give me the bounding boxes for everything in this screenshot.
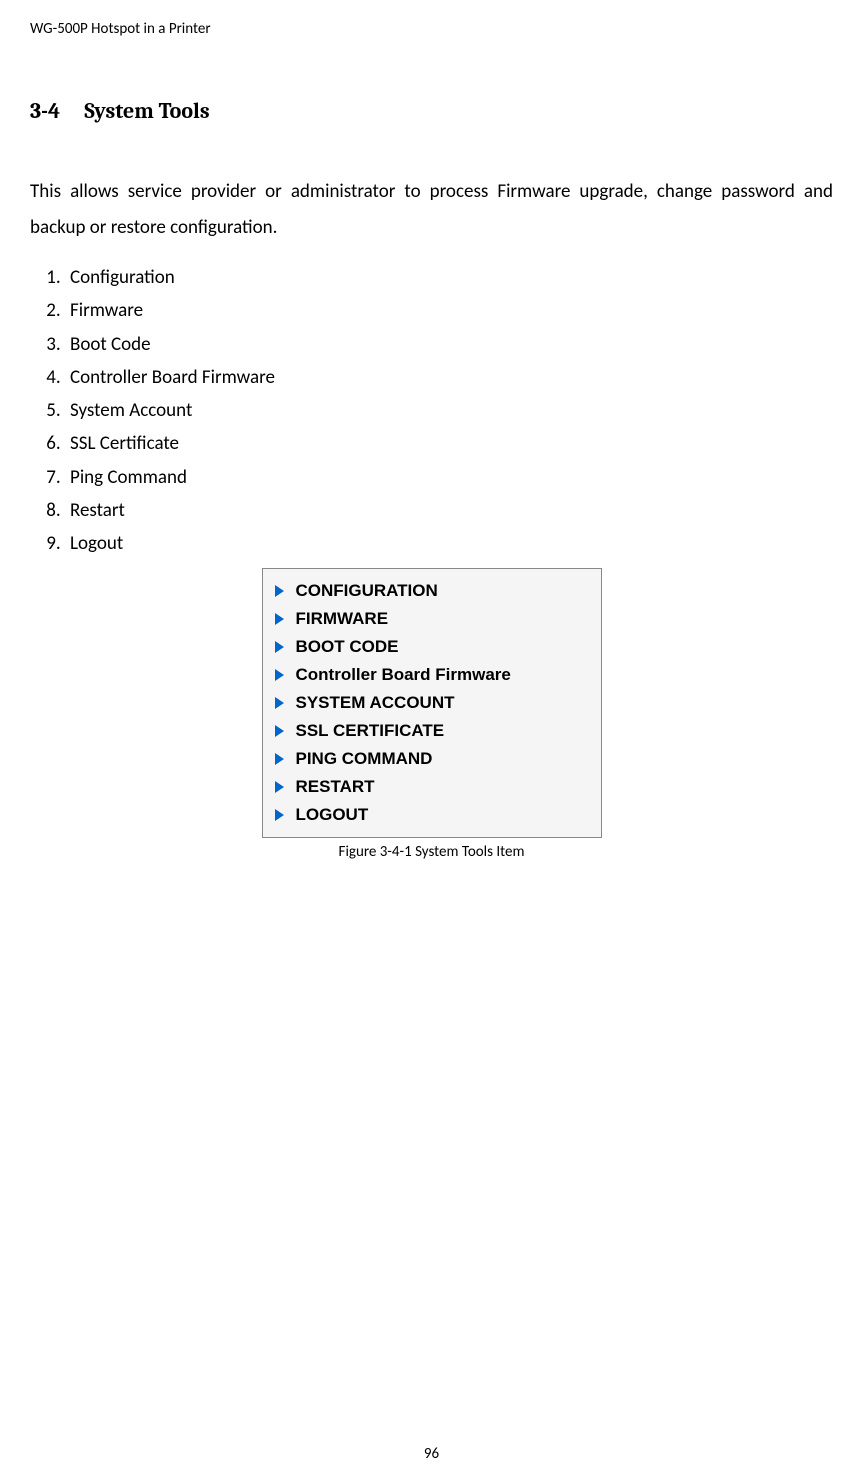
list-item: Restart: [65, 494, 833, 527]
section-description: This allows service provider or administ…: [30, 174, 833, 246]
list-item: Controller Board Firmware: [65, 361, 833, 394]
menu-item-ping-command[interactable]: PING COMMAND: [271, 745, 589, 773]
figure-container: CONFIGURATION FIRMWARE BOOT CODE Control…: [30, 568, 833, 861]
list-item: Configuration: [65, 261, 833, 294]
menu-item-firmware[interactable]: FIRMWARE: [271, 605, 589, 633]
menu-label: RESTART: [296, 777, 375, 797]
list-item: System Account: [65, 394, 833, 427]
menu-item-restart[interactable]: RESTART: [271, 773, 589, 801]
menu-item-configuration[interactable]: CONFIGURATION: [271, 577, 589, 605]
arrow-icon: [275, 613, 284, 625]
list-item: Boot Code: [65, 328, 833, 361]
arrow-icon: [275, 585, 284, 597]
menu-label: LOGOUT: [296, 805, 369, 825]
menu-label: SSL CERTIFICATE: [296, 721, 445, 741]
menu-item-system-account[interactable]: SYSTEM ACCOUNT: [271, 689, 589, 717]
menu-screenshot: CONFIGURATION FIRMWARE BOOT CODE Control…: [262, 568, 602, 838]
section-title: 3-4 System Tools: [30, 98, 833, 124]
list-item: Ping Command: [65, 461, 833, 494]
menu-item-ssl-certificate[interactable]: SSL CERTIFICATE: [271, 717, 589, 745]
section-name: System Tools: [84, 98, 209, 124]
arrow-icon: [275, 781, 284, 793]
section-number: 3-4: [30, 98, 60, 124]
page-number: 96: [424, 1445, 439, 1463]
arrow-icon: [275, 697, 284, 709]
figure-caption: Figure 3-4-1 System Tools Item: [30, 843, 833, 861]
list-item: Logout: [65, 527, 833, 560]
menu-label: FIRMWARE: [296, 609, 389, 629]
menu-label: BOOT CODE: [296, 637, 399, 657]
menu-item-logout[interactable]: LOGOUT: [271, 801, 589, 829]
document-header: WG-500P Hotspot in a Printer: [30, 20, 833, 38]
menu-label: SYSTEM ACCOUNT: [296, 693, 455, 713]
arrow-icon: [275, 641, 284, 653]
arrow-icon: [275, 669, 284, 681]
arrow-icon: [275, 725, 284, 737]
menu-label: Controller Board Firmware: [296, 665, 511, 685]
list-item: Firmware: [65, 294, 833, 327]
arrow-icon: [275, 753, 284, 765]
menu-item-boot-code[interactable]: BOOT CODE: [271, 633, 589, 661]
feature-list: Configuration Firmware Boot Code Control…: [30, 261, 833, 560]
menu-label: PING COMMAND: [296, 749, 433, 769]
list-item: SSL Certificate: [65, 427, 833, 460]
arrow-icon: [275, 809, 284, 821]
menu-label: CONFIGURATION: [296, 581, 438, 601]
menu-item-controller-board[interactable]: Controller Board Firmware: [271, 661, 589, 689]
